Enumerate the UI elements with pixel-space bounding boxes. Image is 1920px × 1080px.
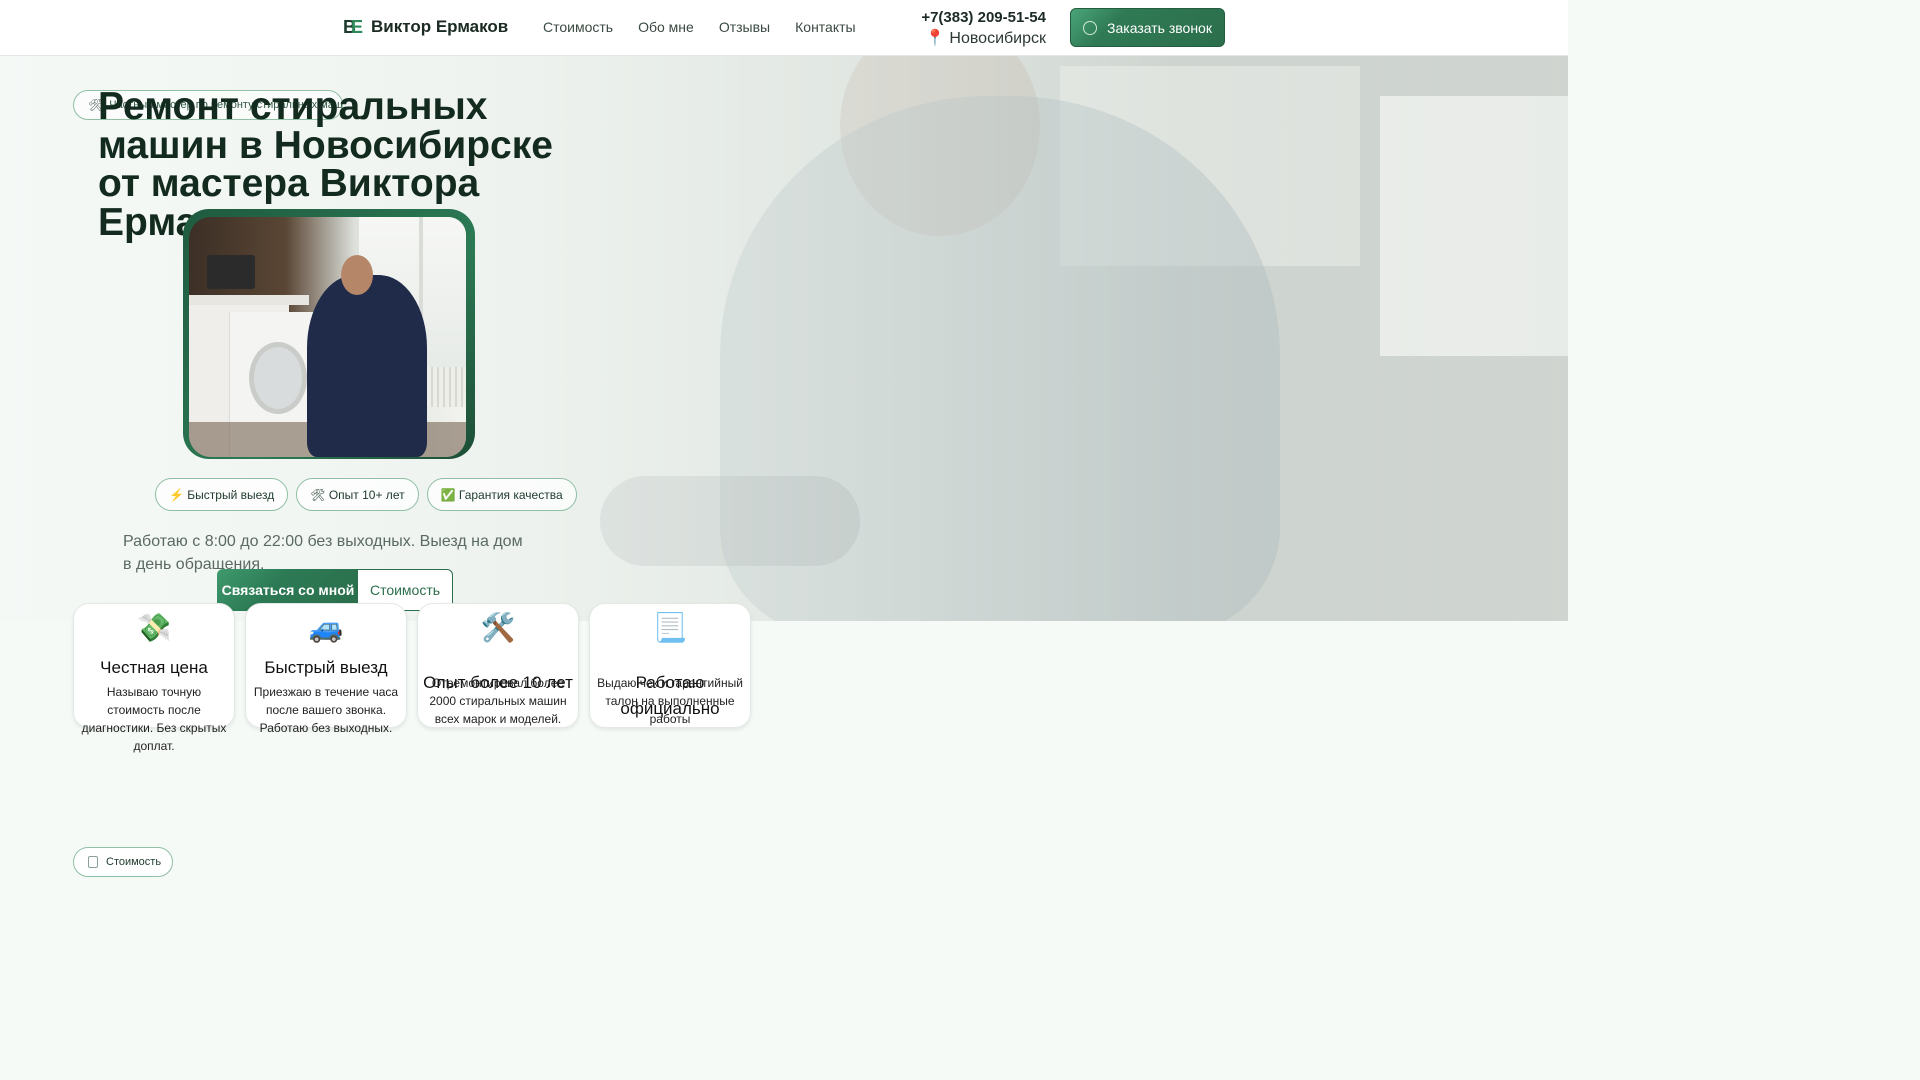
tools-icon: 🛠️ — [480, 612, 516, 643]
city-name: Новосибирск — [949, 30, 1046, 47]
feature-card-fast: 🚙 Быстрый выезд Приезжаю в течение часа … — [245, 603, 407, 735]
logo[interactable]: В Е Виктор Ермаков — [343, 17, 508, 37]
logo-letter-e: Е — [351, 17, 364, 37]
nav-link-reviews[interactable]: Отзывы — [719, 19, 770, 35]
nav-link-price[interactable]: Стоимость — [543, 19, 613, 35]
price-section-pill[interactable]: Стоимость — [73, 847, 173, 877]
location-pin-icon: 📍 — [925, 30, 945, 47]
photo-counter — [189, 295, 309, 305]
feature-title: Честная цена — [100, 658, 208, 677]
nav-link-about[interactable]: Обо мне — [638, 19, 694, 35]
badge-quality: ✅ Гарантия качества — [426, 478, 577, 511]
logo-mark-icon: В Е — [343, 17, 363, 37]
photo-washer-door — [249, 342, 307, 414]
feature-card-price: 💸 Честная цена Называю точную стоимость … — [73, 603, 235, 753]
photo-coffee-machine — [207, 255, 255, 289]
badge-experience: 🛠 Опыт 10+ лет — [296, 478, 419, 511]
price-section-label: Стоимость — [106, 856, 162, 868]
order-call-button[interactable]: Заказать звонок — [1070, 8, 1225, 47]
hero-badges: ⚡ Быстрый выезд 🛠 Опыт 10+ лет ✅ Гаранти… — [155, 478, 577, 511]
logo-text: Виктор Ермаков — [371, 17, 509, 36]
main-nav: Стоимость Обо мне Отзывы Контакты — [543, 19, 856, 35]
master-photo — [189, 217, 466, 457]
photo-radiator — [421, 367, 466, 407]
nav-link-contacts[interactable]: Контакты — [795, 19, 855, 35]
phone-number[interactable]: +7(383) 209-51-54 — [921, 9, 1046, 26]
site-header: В Е Виктор Ермаков Стоимость Обо мне Отз… — [0, 0, 1568, 56]
order-call-label: Заказать звонок — [1107, 19, 1212, 36]
document-icon: 📃 — [652, 612, 688, 643]
photo-master-head — [341, 255, 373, 295]
calculator-icon — [88, 856, 98, 868]
feature-text: Отремонтировал более 2000 стиральных маш… — [429, 676, 567, 726]
features-row: 💸 Честная цена Называю точную стоимость … — [73, 603, 751, 753]
feature-text: Называю точную стоимость после диагности… — [81, 685, 227, 753]
car-icon: 🚙 — [308, 612, 344, 643]
feature-title: Быстрый выезд — [264, 658, 388, 677]
feature-card-experience: 🛠️ Опыт более 10 лет Отремонтировал боле… — [417, 603, 579, 728]
photo-master-body — [307, 275, 427, 457]
badge-fast-visit: ⚡ Быстрый выезд — [155, 478, 289, 511]
master-photo-frame — [183, 209, 475, 459]
header-contact: +7(383) 209-51-54 📍 Новосибирск — [921, 9, 1046, 48]
feature-text: Приезжаю в течение часа после вашего зво… — [253, 685, 399, 735]
city-label: 📍 Новосибирск — [921, 28, 1046, 48]
money-icon: 💸 — [136, 612, 172, 643]
phone-icon — [1083, 20, 1098, 35]
feature-card-official: 📃 Работаю официально Выдаю чек и гаранти… — [589, 603, 751, 728]
feature-text: Выдаю чек и гарантийный талон на выполне… — [597, 676, 743, 726]
